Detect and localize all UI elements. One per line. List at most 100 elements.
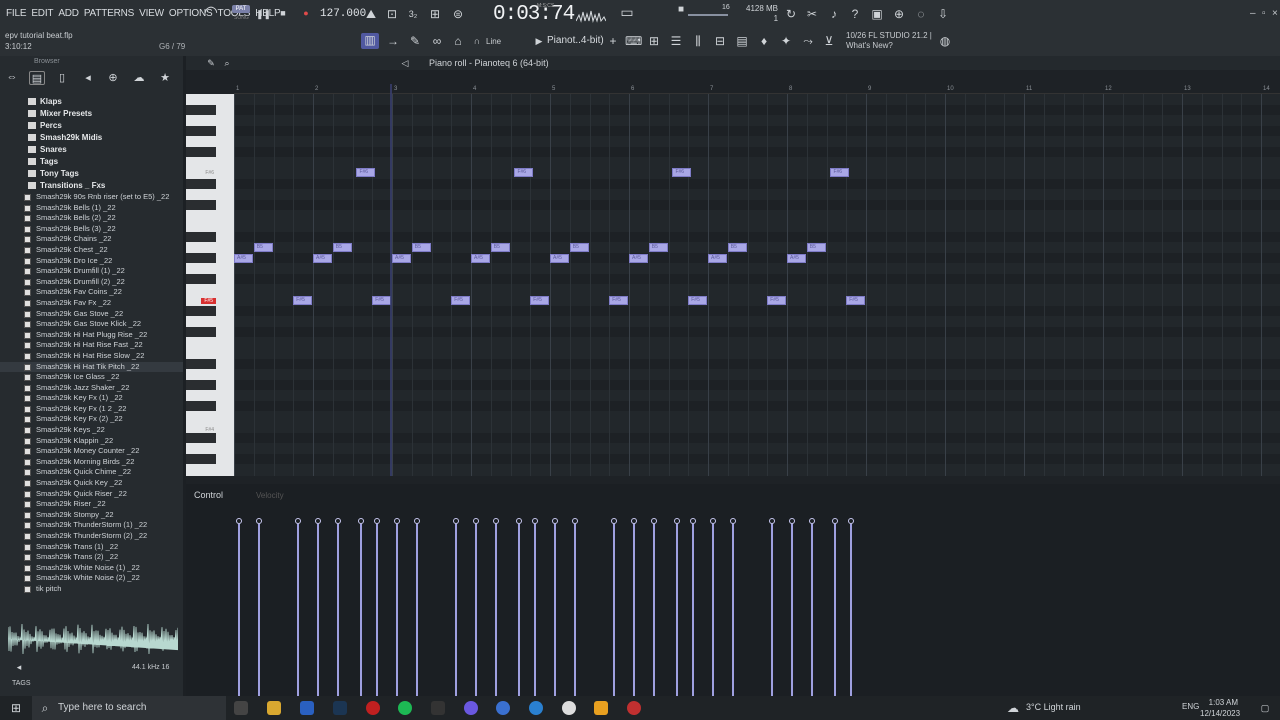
- browser-file[interactable]: Smash29k White Noise (2) _22: [0, 573, 183, 584]
- midi-note[interactable]: F#6: [514, 168, 534, 178]
- velocity-handle[interactable]: [729, 518, 736, 524]
- menu-add[interactable]: ADD: [58, 8, 79, 19]
- velocity-bar[interactable]: [376, 524, 379, 696]
- velocity-handle[interactable]: [552, 518, 558, 524]
- playlist-icon[interactable]: ☰: [669, 34, 683, 48]
- step-icon[interactable]: 3₂: [406, 7, 420, 21]
- browser-file[interactable]: Smash29k Key Fx (1) _22: [0, 393, 183, 404]
- browser-file[interactable]: Smash29k Bells (3) _22: [0, 224, 183, 235]
- velocity-bar[interactable]: [771, 524, 774, 696]
- midi-note[interactable]: F#5: [451, 296, 471, 306]
- help-icon[interactable]: ?: [848, 7, 862, 21]
- fl-app-icon[interactable]: [431, 701, 445, 715]
- browser-file[interactable]: Smash29k Chest _22: [0, 245, 183, 256]
- browser-folder[interactable]: Tony Tags: [0, 168, 183, 180]
- fl-studio-icon[interactable]: [594, 701, 608, 715]
- browser-file[interactable]: Smash29k 90s Rnb riser (set to E5) _22: [0, 192, 183, 203]
- control-label[interactable]: Control: [194, 490, 223, 500]
- midi-note[interactable]: B5: [253, 243, 273, 253]
- play-arrow-icon[interactable]: ▶: [532, 34, 546, 48]
- pat-mode-badge[interactable]: PAT: [232, 5, 250, 13]
- browser-file[interactable]: Smash29k Drumfill (1) _22: [0, 266, 183, 277]
- news-panel[interactable]: 10/26 FL STUDIO 21.2 | What's New?: [846, 31, 932, 51]
- velocity-handle[interactable]: [334, 518, 341, 524]
- menu-file[interactable]: FILE: [6, 8, 27, 19]
- plugin-icon[interactable]: ⊕: [892, 7, 906, 21]
- black-key[interactable]: [186, 454, 216, 465]
- velocity-handle[interactable]: [358, 518, 365, 524]
- browser-folder[interactable]: Snares: [0, 144, 183, 156]
- browser-file[interactable]: Smash29k White Noise (1) _22: [0, 563, 183, 574]
- song-mode-label[interactable]: SONG: [234, 15, 249, 21]
- midi-note[interactable]: A#5: [629, 254, 648, 264]
- black-key[interactable]: [186, 306, 216, 316]
- browser-file[interactable]: Smash29k Quick Key _22: [0, 478, 183, 489]
- midi-note[interactable]: B5: [806, 243, 826, 253]
- black-key[interactable]: [186, 253, 216, 263]
- countdown-icon[interactable]: ⊡: [385, 7, 399, 21]
- browser-file[interactable]: Smash29k Quick Chime _22: [0, 467, 183, 478]
- midi-note[interactable]: A#5: [708, 254, 727, 264]
- midi-note[interactable]: A#5: [392, 254, 411, 264]
- world-icon[interactable]: ⊕: [105, 71, 121, 85]
- velocity-handle[interactable]: [473, 518, 479, 524]
- velocity-bar[interactable]: [573, 524, 576, 696]
- browser-file[interactable]: Smash29k Gas Stove Klick _22: [0, 319, 183, 330]
- black-key[interactable]: [186, 359, 216, 369]
- midi-note[interactable]: B5: [490, 243, 510, 253]
- black-key[interactable]: [186, 104, 216, 115]
- velocity-handle[interactable]: [236, 518, 242, 524]
- browser-folder[interactable]: Tags: [0, 156, 183, 168]
- edge-icon[interactable]: [529, 701, 543, 715]
- midi-note[interactable]: A#5: [471, 254, 490, 264]
- chat-icon[interactable]: ◌: [914, 7, 928, 21]
- midi-note[interactable]: A#5: [234, 254, 253, 264]
- velocity-bar[interactable]: [396, 524, 398, 696]
- velocity-bar[interactable]: [712, 524, 714, 696]
- stop-icon[interactable]: ■: [276, 6, 290, 20]
- browser-file[interactable]: Smash29k Keys _22: [0, 425, 183, 436]
- velocity-handle[interactable]: [769, 518, 776, 524]
- pattern-icon[interactable]: ▭: [620, 5, 634, 19]
- browser-folder[interactable]: Mixer Presets: [0, 108, 183, 120]
- playhead[interactable]: [390, 84, 392, 476]
- velocity-bar[interactable]: [415, 524, 418, 696]
- stamp-icon[interactable]: ⌂: [451, 34, 465, 48]
- browser-file[interactable]: Smash29k Hi Hat Tik Pitch _22: [0, 361, 183, 373]
- master-volume-slider[interactable]: [688, 14, 728, 16]
- velocity-bar[interactable]: [613, 524, 616, 696]
- velocity-bar[interactable]: [475, 524, 477, 696]
- midi-note[interactable]: A#5: [550, 254, 569, 264]
- black-key[interactable]: [186, 125, 216, 136]
- browser-file[interactable]: Smash29k Jazz Shaker _22: [0, 383, 183, 394]
- velocity-handle[interactable]: [315, 518, 321, 524]
- magnet-icon[interactable]: ∩: [470, 34, 484, 48]
- velocity-bar[interactable]: [494, 524, 497, 696]
- black-key[interactable]: [186, 178, 216, 189]
- velocity-handle[interactable]: [492, 518, 499, 524]
- velocity-handle[interactable]: [255, 518, 262, 524]
- browser-file[interactable]: Smash29k Bells (1) _22: [0, 203, 183, 214]
- browser-icon[interactable]: ▤: [735, 34, 749, 48]
- snap-selector[interactable]: Line: [486, 37, 501, 46]
- menu-patterns[interactable]: PATTERNS: [84, 8, 134, 19]
- velocity-bar[interactable]: [692, 524, 695, 696]
- opera-icon[interactable]: [366, 701, 380, 715]
- media-player-icon[interactable]: [562, 701, 576, 715]
- browser-file[interactable]: Smash29k Drumfill (2) _22: [0, 277, 183, 288]
- velocity-handle[interactable]: [394, 518, 400, 524]
- menu-edit[interactable]: EDIT: [31, 8, 53, 19]
- messenger-icon[interactable]: [464, 701, 478, 715]
- velocity-handle[interactable]: [631, 518, 637, 524]
- velocity-bar[interactable]: [652, 524, 655, 696]
- browser-file[interactable]: Smash29k Klappin _22: [0, 436, 183, 447]
- browser-file[interactable]: Smash29k Riser _22: [0, 499, 183, 510]
- browser-folder[interactable]: Percs: [0, 120, 183, 132]
- refresh-icon[interactable]: ↻: [784, 7, 798, 21]
- velocity-bar[interactable]: [676, 524, 679, 696]
- midi-note[interactable]: F#5: [609, 296, 629, 306]
- menu-view[interactable]: VIEW: [139, 8, 164, 19]
- velocity-bar[interactable]: [810, 524, 813, 696]
- control-param[interactable]: Velocity: [256, 491, 284, 500]
- browser-file[interactable]: Smash29k Fav Coins _22: [0, 287, 183, 298]
